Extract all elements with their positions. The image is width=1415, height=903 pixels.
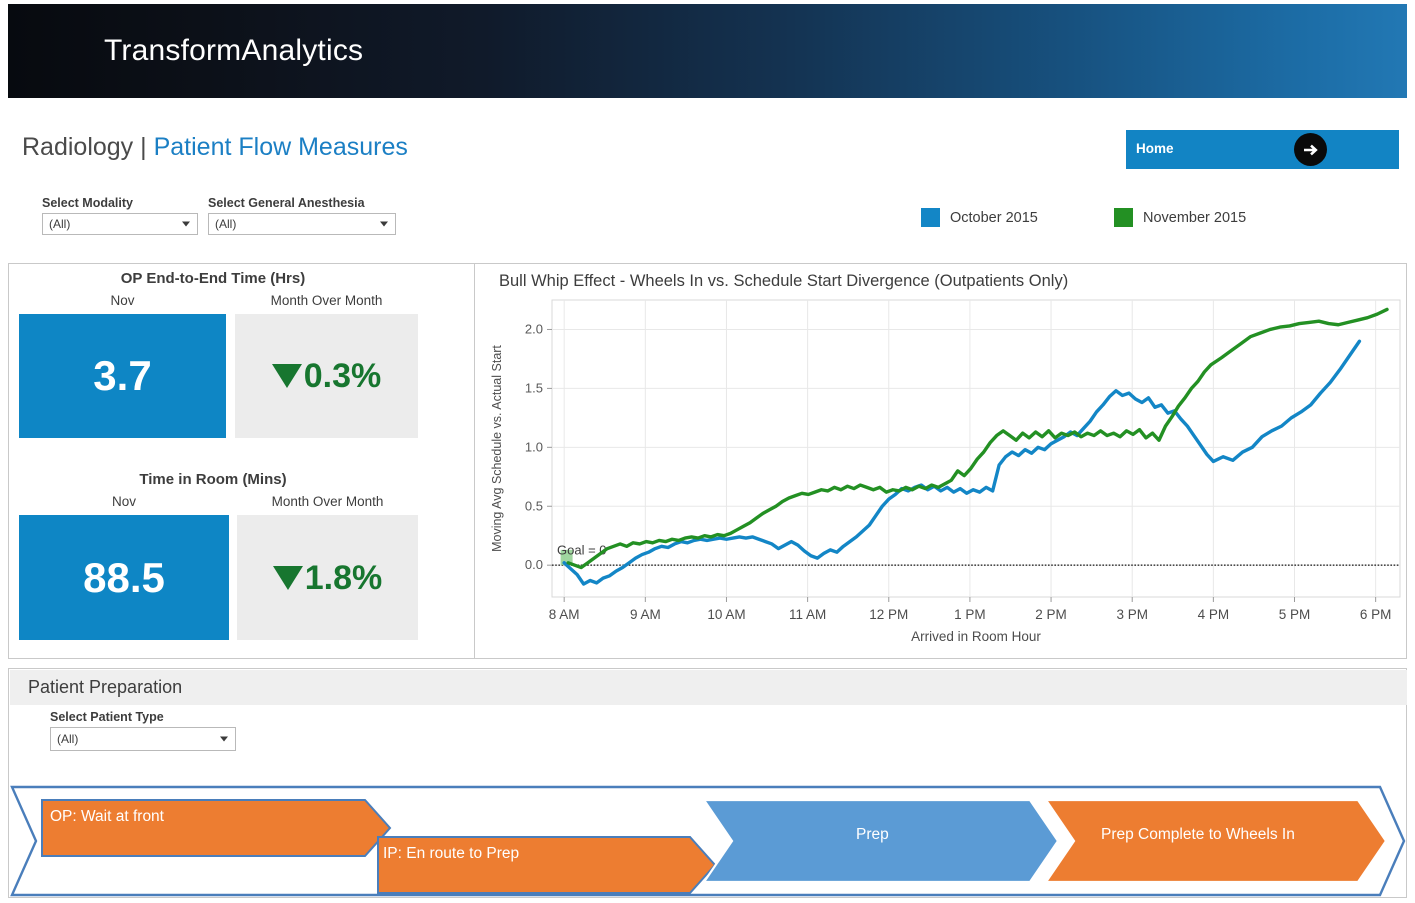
chevron-down-icon <box>220 737 228 742</box>
kpi-mom-value: 0.3% <box>304 359 382 393</box>
chevron-down-icon <box>182 222 190 227</box>
filter-modality-value: (All) <box>43 217 70 231</box>
kpi-period-label: Nov <box>19 293 226 308</box>
xtick-label-8: 4 PM <box>1198 607 1230 622</box>
app-banner: TransformAnalytics <box>8 4 1407 98</box>
kpi-mom-value: 1.8% <box>305 561 383 595</box>
filter-anesthesia-value: (All) <box>209 217 236 231</box>
xtick-label-0: 8 AM <box>549 607 580 622</box>
legend-label-october: October 2015 <box>950 210 1038 226</box>
chevron-down-icon <box>380 222 388 227</box>
page-title-separator: | <box>140 133 147 161</box>
kpi-mom-tile: 0.3% <box>235 314 418 438</box>
patient-preparation-header: Patient Preparation <box>10 670 1407 705</box>
triangle-down-icon <box>273 566 303 590</box>
y-axis-title: Moving Avg Schedule vs. Actual Start <box>490 345 504 552</box>
legend-item-november[interactable]: November 2015 <box>1114 208 1246 227</box>
xtick-label-1: 9 AM <box>630 607 661 622</box>
bullwhip-chart: Bull Whip Effect - Wheels In vs. Schedul… <box>481 264 1408 658</box>
chart-canvas: 0.0 0.5 1.0 1.5 2.0 8 AM 9 AM 10 AM 11 AM 12 PM 1 … <box>481 292 1408 652</box>
kpi-value-tile: 3.7 <box>19 314 226 438</box>
arrow-right-circle-icon <box>1294 133 1327 166</box>
process-flow-diagram <box>10 785 1407 897</box>
kpi-title: OP End-to-End Time (Hrs) <box>11 264 415 287</box>
kpi-value: 88.5 <box>83 557 165 599</box>
home-button[interactable]: Home <box>1126 130 1399 169</box>
filter-anesthesia-dropdown[interactable]: (All) <box>208 213 396 235</box>
kpi-mom-label: Month Over Month <box>235 293 418 308</box>
xtick-label-3: 11 AM <box>789 607 826 622</box>
patient-preparation-title: Patient Preparation <box>28 677 182 698</box>
filter-patient-type-value: (All) <box>51 732 78 746</box>
kpi-value: 3.7 <box>93 355 151 397</box>
kpi-mom-delta: 0.3% <box>272 359 382 393</box>
xtick-label-7: 3 PM <box>1116 607 1148 622</box>
kpi-title: Time in Room (Mins) <box>11 465 415 488</box>
kpi-card-op-end-to-end-time: OP End-to-End Time (Hrs) Nov 3.7 Month O… <box>9 264 474 453</box>
ytick-label-2: 1.0 <box>525 439 543 454</box>
xtick-label-2: 10 AM <box>707 607 745 622</box>
plot-area <box>552 300 1400 597</box>
filter-patient-type: Select Patient Type (All) <box>50 710 236 751</box>
x-axis-title: Arrived in Room Hour <box>911 629 1041 644</box>
kpi-zone: OP End-to-End Time (Hrs) Nov 3.7 Month O… <box>9 264 474 658</box>
filter-modality-label: Select Modality <box>42 196 198 210</box>
metrics-panel: OP End-to-End Time (Hrs) Nov 3.7 Month O… <box>8 263 1407 659</box>
filter-patient-type-label: Select Patient Type <box>50 710 236 724</box>
legend-item-october[interactable]: October 2015 <box>921 208 1038 227</box>
ytick-label-3: 1.5 <box>525 380 543 395</box>
legend-swatch-november <box>1114 208 1133 227</box>
xtick-label-6: 2 PM <box>1035 607 1067 622</box>
ytick-label-4: 2.0 <box>525 321 543 336</box>
kpi-mom-column: Month Over Month 0.3% <box>235 293 418 438</box>
legend-label-november: November 2015 <box>1143 210 1246 226</box>
xtick-label-4: 12 PM <box>869 607 908 622</box>
xtick-label-10: 6 PM <box>1360 607 1392 622</box>
app-title: TransformAnalytics <box>104 34 363 68</box>
flow-step-prep-complete-to-wheels-in <box>1046 800 1386 882</box>
kpi-value-tile: 88.5 <box>19 515 229 640</box>
filter-anesthesia-label: Select General Anesthesia <box>208 196 396 210</box>
kpi-period-label: Nov <box>19 494 229 509</box>
page-title-accent: Patient Flow Measures <box>154 133 408 161</box>
kpi-current-column: Nov 88.5 <box>19 494 229 640</box>
filter-modality: Select Modality (All) <box>42 196 198 235</box>
flow-step-prep <box>704 800 1058 882</box>
patient-preparation-panel: Patient Preparation <box>8 668 1407 898</box>
kpi-mom-column: Month Over Month 1.8% <box>237 494 418 640</box>
ytick-label-1: 0.5 <box>525 498 543 513</box>
xtick-label-5: 1 PM <box>954 607 986 622</box>
legend-swatch-october <box>921 208 940 227</box>
panel-divider <box>474 264 475 658</box>
home-button-label: Home <box>1136 141 1174 156</box>
filter-anesthesia: Select General Anesthesia (All) <box>208 196 396 235</box>
kpi-mom-delta: 1.8% <box>273 561 383 595</box>
ytick-label-0: 0.0 <box>525 557 543 572</box>
page-title-primary: Radiology <box>22 133 133 161</box>
filter-modality-dropdown[interactable]: (All) <box>42 213 198 235</box>
chart-title: Bull Whip Effect - Wheels In vs. Schedul… <box>499 272 1068 291</box>
filter-patient-type-dropdown[interactable]: (All) <box>50 727 236 751</box>
kpi-current-column: Nov 3.7 <box>19 293 226 438</box>
flow-step-op-wait-at-front <box>42 800 390 856</box>
kpi-card-time-in-room: Time in Room (Mins) Nov 88.5 Month Over … <box>9 465 474 654</box>
kpi-mom-tile: 1.8% <box>237 515 418 640</box>
kpi-mom-label: Month Over Month <box>237 494 418 509</box>
xtick-label-9: 5 PM <box>1279 607 1311 622</box>
page-title: Radiology | Patient Flow Measures <box>22 133 408 162</box>
flow-step-ip-en-route-to-prep <box>378 837 715 893</box>
triangle-down-icon <box>272 364 302 388</box>
